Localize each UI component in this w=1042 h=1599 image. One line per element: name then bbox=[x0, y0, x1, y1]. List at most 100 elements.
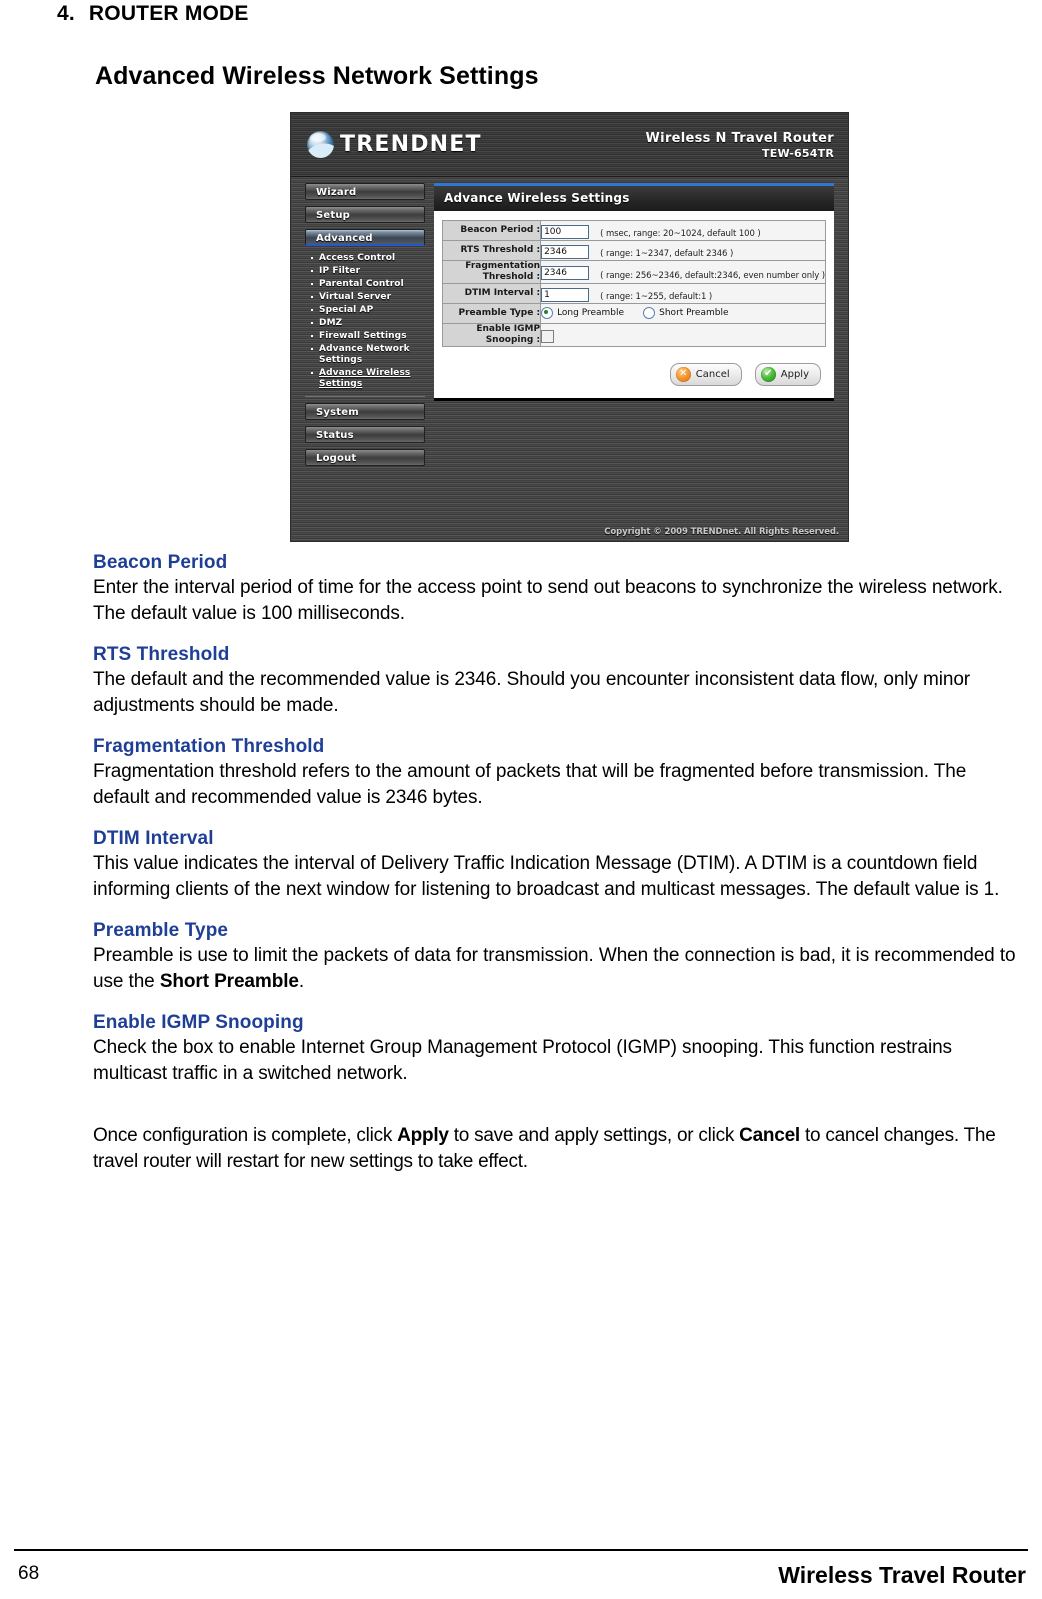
apply-button-label: Apply bbox=[780, 368, 809, 380]
section-dtim-interval: DTIM Interval This value indicates the i… bbox=[93, 828, 1023, 903]
section-rts-threshold: RTS Threshold The default and the recomm… bbox=[93, 644, 1023, 719]
closing-pre: Once configuration is complete, click bbox=[93, 1125, 398, 1146]
page-title: Advanced Wireless Network Settings bbox=[95, 62, 539, 90]
manual-page: 4. ROUTER MODE Advanced Wireless Network … bbox=[0, 0, 1042, 1599]
preamble-text-post: . bbox=[298, 971, 305, 992]
preamble-text-bold: Short Preamble bbox=[159, 971, 299, 992]
section-heading: Fragmentation Threshold bbox=[93, 736, 325, 757]
beacon-period-input[interactable] bbox=[541, 224, 590, 239]
closing-cancel: Cancel bbox=[739, 1125, 800, 1146]
dtim-interval-cell: ( range: 1~255, default:1 ) bbox=[540, 283, 826, 304]
closing-paragraph: Once configuration is complete, click Ap… bbox=[93, 1123, 1023, 1175]
igmp-snooping-label: Enable IGMP Snooping : bbox=[441, 323, 542, 347]
preamble-type-label: Preamble Type : bbox=[441, 303, 542, 324]
section-preamble-type: Preamble Type Preamble is use to limit t… bbox=[93, 920, 1023, 995]
panel-title: Advance Wireless Settings bbox=[434, 183, 834, 211]
radio-long-preamble[interactable]: Long Preamble bbox=[541, 307, 624, 319]
panel-body: Beacon Period : ( msec, range: 20~1024, … bbox=[434, 211, 834, 398]
dtim-interval-input[interactable] bbox=[541, 287, 590, 302]
router-admin-screenshot: TRENDNET Wireless N Travel Router TEW-65… bbox=[291, 113, 848, 541]
section-body: This value indicates the interval of Del… bbox=[93, 853, 1000, 900]
sidebar-item-setup[interactable]: Setup bbox=[305, 206, 425, 223]
form-row-dtim-interval: DTIM Interval : ( range: 1~255, default:… bbox=[441, 283, 826, 304]
radio-long-preamble-label: Long Preamble bbox=[557, 308, 625, 318]
cancel-button[interactable]: ✕ Cancel bbox=[669, 362, 742, 386]
section-heading: DTIM Interval bbox=[93, 828, 214, 849]
product-name: Wireless N Travel Router bbox=[645, 131, 834, 146]
page-number: 68 bbox=[18, 1563, 40, 1584]
submenu-item-advance-wireless-settings[interactable]: Advance Wireless Settings bbox=[305, 367, 425, 391]
radio-short-preamble-label: Short Preamble bbox=[659, 308, 729, 318]
rts-threshold-hint: ( range: 1~2347, default 2346 ) bbox=[600, 249, 734, 259]
section-title: 4. ROUTER MODE bbox=[57, 2, 249, 26]
closing-mid: to save and apply settings, or click bbox=[448, 1125, 740, 1146]
submenu-item-dmz[interactable]: DMZ bbox=[305, 317, 425, 330]
fragmentation-threshold-label: Fragmentation Threshold : bbox=[441, 260, 542, 284]
form-row-fragmentation-threshold: Fragmentation Threshold : ( range: 256~2… bbox=[441, 260, 826, 284]
apply-button[interactable]: ✔ Apply bbox=[754, 362, 821, 386]
cross-icon: ✕ bbox=[675, 366, 691, 382]
rts-threshold-cell: ( range: 1~2347, default 2346 ) bbox=[540, 240, 826, 261]
submenu-item-firewall-settings[interactable]: Firewall Settings bbox=[305, 330, 425, 343]
submenu-item-virtual-server[interactable]: Virtual Server bbox=[305, 291, 425, 304]
sidebar-item-logout[interactable]: Logout bbox=[305, 449, 425, 466]
router-header-bar: TRENDNET Wireless N Travel Router TEW-65… bbox=[291, 113, 848, 177]
product-identity: Wireless N Travel Router TEW-654TR bbox=[646, 131, 834, 160]
advanced-submenu: Access Control IP Filter Parental Contro… bbox=[305, 252, 425, 397]
section-beacon-period: Beacon Period Enter the interval period … bbox=[93, 552, 1023, 627]
footer-divider bbox=[14, 1549, 1028, 1551]
settings-panel: Advance Wireless Settings Beacon Period … bbox=[434, 183, 834, 401]
section-fragmentation-threshold: Fragmentation Threshold Fragmentation th… bbox=[93, 736, 1023, 811]
section-igmp-snooping: Enable IGMP Snooping Check the box to en… bbox=[93, 1012, 1023, 1087]
section-body: Enter the interval period of time for th… bbox=[93, 577, 1003, 624]
sidebar-item-advanced[interactable]: Advanced bbox=[305, 229, 425, 246]
section-heading: Preamble Type bbox=[93, 920, 229, 941]
section-body: Fragmentation threshold refers to the am… bbox=[93, 761, 967, 808]
router-sidebar: Wizard Setup Advanced Access Control IP … bbox=[305, 183, 425, 472]
submenu-item-ip-filter[interactable]: IP Filter bbox=[305, 265, 425, 278]
radio-short-preamble[interactable]: Short Preamble bbox=[643, 307, 729, 319]
cancel-button-label: Cancel bbox=[695, 368, 730, 380]
fragmentation-threshold-hint: ( range: 256~2346, default:2346, even nu… bbox=[600, 270, 825, 281]
beacon-period-label: Beacon Period : bbox=[441, 220, 542, 241]
section-body-preamble: Preamble is use to limit the packets of … bbox=[93, 943, 1023, 995]
fragmentation-threshold-cell: ( range: 256~2346, default:2346, even nu… bbox=[540, 260, 826, 284]
dtim-interval-label: DTIM Interval : bbox=[441, 283, 542, 304]
advanced-wireless-form: Beacon Period : ( msec, range: 20~1024, … bbox=[441, 220, 826, 347]
form-row-beacon-period: Beacon Period : ( msec, range: 20~1024, … bbox=[441, 220, 826, 241]
submenu-item-advance-network-settings[interactable]: Advance Network Settings bbox=[305, 343, 425, 367]
form-actions: ✕ Cancel ✔ Apply bbox=[442, 361, 826, 386]
submenu-item-special-ap[interactable]: Special AP bbox=[305, 304, 425, 317]
igmp-snooping-checkbox[interactable] bbox=[541, 329, 555, 343]
section-body: The default and the recommended value is… bbox=[93, 669, 971, 716]
rts-threshold-input[interactable] bbox=[541, 244, 590, 259]
form-row-rts-threshold: RTS Threshold : ( range: 1~2347, default… bbox=[441, 240, 826, 261]
section-number: 4. bbox=[57, 2, 75, 25]
router-copyright: Copyright © 2009 TRENDnet. All Rights Re… bbox=[604, 527, 839, 537]
radio-short-preamble-indicator bbox=[643, 307, 656, 319]
description-sections: Beacon Period Enter the interval period … bbox=[93, 552, 1023, 1175]
submenu-item-parental-control[interactable]: Parental Control bbox=[305, 278, 425, 291]
beacon-period-hint: ( msec, range: 20~1024, default 100 ) bbox=[600, 229, 761, 239]
brand-name: TRENDNET bbox=[340, 132, 482, 157]
submenu-item-access-control[interactable]: Access Control bbox=[305, 252, 425, 265]
igmp-snooping-cell bbox=[540, 323, 826, 347]
check-icon: ✔ bbox=[760, 366, 776, 382]
closing-apply: Apply bbox=[397, 1125, 449, 1146]
beacon-period-cell: ( msec, range: 20~1024, default 100 ) bbox=[540, 220, 826, 241]
brand-logo: TRENDNET bbox=[307, 131, 482, 158]
sidebar-item-wizard[interactable]: Wizard bbox=[305, 183, 425, 200]
sidebar-item-status[interactable]: Status bbox=[305, 426, 425, 443]
running-title: Wireless Travel Router bbox=[778, 1562, 1026, 1588]
section-title-text: ROUTER MODE bbox=[88, 2, 249, 25]
rts-threshold-label: RTS Threshold : bbox=[441, 240, 542, 261]
form-row-igmp-snooping: Enable IGMP Snooping : bbox=[441, 323, 826, 347]
section-heading: RTS Threshold bbox=[93, 644, 230, 665]
radio-long-preamble-indicator bbox=[541, 307, 554, 319]
section-body: Check the box to enable Internet Group M… bbox=[93, 1037, 952, 1084]
fragmentation-threshold-input[interactable] bbox=[541, 266, 590, 280]
trendnet-globe-icon bbox=[307, 131, 334, 158]
form-row-preamble-type: Preamble Type : Long Preamble Short Prea… bbox=[441, 303, 826, 324]
section-heading: Enable IGMP Snooping bbox=[93, 1012, 304, 1033]
sidebar-item-system[interactable]: System bbox=[305, 403, 425, 420]
